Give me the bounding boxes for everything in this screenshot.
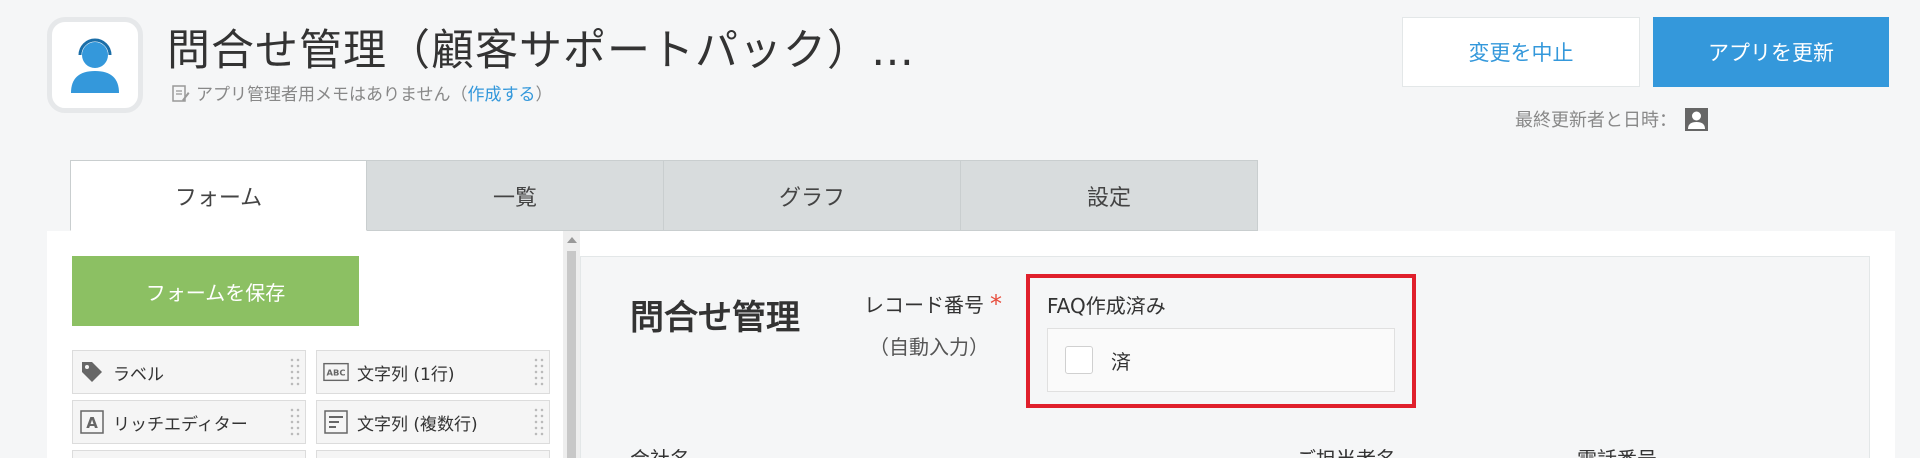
- contact-person-label[interactable]: ご担当者名: [1296, 443, 1396, 458]
- app-icon: [47, 17, 143, 113]
- drag-handle-icon[interactable]: [289, 407, 301, 437]
- palette-item-text: リッチエディター: [113, 414, 248, 435]
- memo-edit-icon: [172, 84, 190, 102]
- palette-item-rich-editor[interactable]: A リッチエディター: [72, 400, 306, 444]
- form-layout-canvas: 問合せ管理 レコード番号* （自動入力） FAQ作成済み 済 会社名 ご担当者名…: [580, 256, 1870, 458]
- svg-text:A: A: [86, 414, 98, 432]
- palette-item-text: 文字列 (複数行): [357, 414, 478, 435]
- abc-icon: ABC: [323, 359, 349, 385]
- last-updated-label: 最終更新者と日時：: [1515, 110, 1677, 131]
- palette-item-text: ラベル: [113, 364, 164, 385]
- tab-settings[interactable]: 設定: [961, 160, 1258, 231]
- faq-checkbox-group: 済: [1047, 328, 1395, 392]
- svg-text:ABC: ABC: [327, 368, 346, 378]
- app-memo: アプリ管理者用メモはありません（作成する）: [172, 80, 553, 105]
- palette-item-partial[interactable]: [316, 450, 550, 458]
- faq-option-label: 済: [1111, 349, 1131, 374]
- drag-handle-icon[interactable]: [533, 357, 545, 387]
- user-avatar-icon[interactable]: [1685, 107, 1708, 131]
- update-app-button[interactable]: アプリを更新: [1653, 17, 1889, 87]
- faq-field-label: FAQ作成済み: [1047, 294, 1166, 318]
- last-updated-info: 最終更新者と日時：: [1515, 106, 1708, 132]
- tab-graph[interactable]: グラフ: [664, 160, 961, 231]
- create-memo-link[interactable]: 作成する: [468, 85, 536, 105]
- palette-scrollbar[interactable]: [563, 231, 580, 458]
- company-name-label[interactable]: 会社名: [630, 443, 690, 458]
- phone-number-label[interactable]: 電話番号: [1577, 443, 1657, 458]
- scroll-up-arrow-icon[interactable]: [567, 237, 577, 243]
- app-title: 問合せ管理（顧客サポートパック）…: [167, 26, 915, 76]
- tab-list[interactable]: 一覧: [367, 160, 664, 231]
- palette-item-partial[interactable]: [72, 450, 306, 458]
- palette-item-single-line-text[interactable]: ABC 文字列 (1行): [316, 350, 550, 394]
- field-palette: フォームを保存 ラベル ABC 文字列 (1行) A リッチエディター 文字列 …: [47, 231, 563, 458]
- record-number-field[interactable]: レコード番号 *: [864, 289, 1002, 318]
- multiline-icon: [323, 409, 349, 435]
- tag-icon: [79, 359, 105, 385]
- memo-text: アプリ管理者用メモはありません（作成する）: [196, 85, 553, 105]
- cancel-changes-button[interactable]: 変更を中止: [1402, 17, 1640, 87]
- scroll-thumb[interactable]: [567, 251, 576, 458]
- tab-form[interactable]: フォーム: [70, 160, 367, 231]
- rich-text-icon: A: [79, 409, 105, 435]
- palette-item-multi-line-text[interactable]: 文字列 (複数行): [316, 400, 550, 444]
- required-mark: *: [990, 290, 1002, 318]
- auto-input-label: （自動入力）: [869, 335, 989, 359]
- record-number-label: レコード番号: [864, 293, 984, 317]
- drag-handle-icon[interactable]: [533, 407, 545, 437]
- form-editor-panel: フォームを保存 ラベル ABC 文字列 (1行) A リッチエディター 文字列 …: [47, 231, 1895, 458]
- palette-item-label[interactable]: ラベル: [72, 350, 306, 394]
- support-person-icon: [71, 38, 119, 93]
- faq-field-highlight[interactable]: FAQ作成済み 済: [1026, 274, 1416, 408]
- drag-handle-icon[interactable]: [289, 357, 301, 387]
- palette-item-text: 文字列 (1行): [357, 364, 455, 385]
- save-form-button[interactable]: フォームを保存: [72, 256, 359, 326]
- faq-done-checkbox[interactable]: [1065, 346, 1093, 374]
- form-title: 問合せ管理: [630, 298, 800, 338]
- settings-tabs: フォーム 一覧 グラフ 設定: [70, 160, 1258, 231]
